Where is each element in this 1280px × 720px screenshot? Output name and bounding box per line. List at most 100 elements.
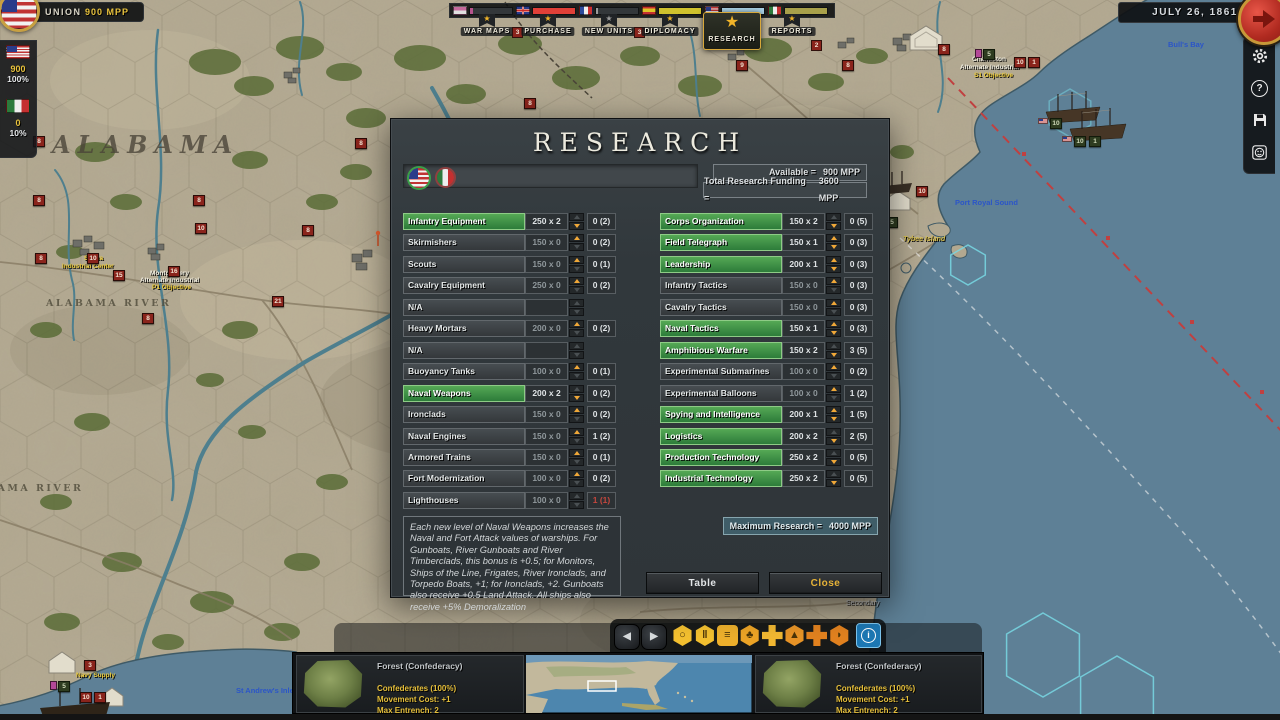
research-label[interactable]: Industrial Technology	[660, 470, 782, 487]
research-label[interactable]: Armored Trains	[403, 449, 525, 466]
research-label[interactable]: Cavalry Tactics	[660, 299, 782, 316]
spinner-up-button[interactable]	[569, 428, 584, 436]
spinner-up-button[interactable]	[826, 406, 841, 414]
research-label[interactable]: N/A	[403, 299, 525, 316]
spinner-down-button[interactable]	[569, 351, 584, 359]
menu-purchase[interactable]: ★Purchase	[520, 16, 576, 48]
spinner-up-button[interactable]	[826, 234, 841, 242]
research-label[interactable]: Skirmishers	[403, 234, 525, 251]
mexico-flag-chip[interactable]	[435, 167, 456, 188]
spinner-up-button[interactable]	[569, 277, 584, 285]
spinner-down-button[interactable]	[569, 286, 584, 294]
spinner-up-button[interactable]	[569, 256, 584, 264]
help-icon[interactable]: ?	[1244, 73, 1275, 103]
unit-filter-icon[interactable]	[762, 625, 783, 646]
research-label[interactable]: Heavy Mortars	[403, 320, 525, 337]
save-icon[interactable]	[1244, 105, 1275, 135]
research-label[interactable]: Lighthouses	[403, 492, 525, 509]
spinner-down-button[interactable]	[826, 308, 841, 316]
spinner-down-button[interactable]	[569, 308, 584, 316]
spinner-up-button[interactable]	[826, 277, 841, 285]
terrain-filter-icon[interactable]: ○	[672, 625, 693, 646]
spinner-down-button[interactable]	[826, 458, 841, 466]
spinner-up-button[interactable]	[569, 213, 584, 221]
research-label[interactable]: Field Telegraph	[660, 234, 782, 251]
research-label[interactable]: Scouts	[403, 256, 525, 273]
research-label[interactable]: Naval Weapons	[403, 385, 525, 402]
usa-flag-chip[interactable]	[407, 166, 431, 190]
spinner-down-button[interactable]	[569, 437, 584, 445]
spinner-up-button[interactable]	[569, 363, 584, 371]
table-button[interactable]: Table	[646, 572, 759, 594]
spinner-up-button[interactable]	[826, 213, 841, 221]
spinner-up-button[interactable]	[826, 428, 841, 436]
spinner-down-button[interactable]	[826, 479, 841, 487]
research-label[interactable]: Spying and Intelligence	[660, 406, 782, 423]
spinner-up-button[interactable]	[569, 406, 584, 414]
research-label[interactable]: Infantry Tactics	[660, 277, 782, 294]
spinner-up-button[interactable]	[826, 342, 841, 350]
spinner-up-button[interactable]	[826, 299, 841, 307]
spinner-up-button[interactable]	[569, 299, 584, 307]
spinner-down-button[interactable]	[826, 329, 841, 337]
spinner-down-button[interactable]	[826, 243, 841, 251]
research-label[interactable]: Experimental Balloons	[660, 385, 782, 402]
research-label[interactable]: N/A	[403, 342, 525, 359]
spinner-down-button[interactable]	[826, 265, 841, 273]
forest-filter-icon[interactable]: ♣	[739, 625, 760, 646]
spinner-up-button[interactable]	[826, 320, 841, 328]
spinner-down-button[interactable]	[826, 394, 841, 402]
railroad-filter-icon[interactable]: ≡	[717, 625, 738, 646]
spinner-down-button[interactable]	[569, 479, 584, 487]
research-label[interactable]: Naval Engines	[403, 428, 525, 445]
research-label[interactable]: Ironclads	[403, 406, 525, 423]
spinner-down-button[interactable]	[569, 458, 584, 466]
spinner-down-button[interactable]	[569, 372, 584, 380]
resource-filter-icon[interactable]: ‖	[694, 625, 715, 646]
research-label[interactable]: Logistics	[660, 428, 782, 445]
research-label[interactable]: Cavalry Equipment	[403, 277, 525, 294]
research-label[interactable]: Amphibious Warfare	[660, 342, 782, 359]
minimap[interactable]	[526, 655, 752, 713]
spinner-down-button[interactable]	[569, 265, 584, 273]
spinner-up-button[interactable]	[569, 385, 584, 393]
spinner-down-button[interactable]	[569, 394, 584, 402]
spinner-up-button[interactable]	[569, 234, 584, 242]
research-label[interactable]: Infantry Equipment	[403, 213, 525, 230]
menu-diplomacy[interactable]: ★Diplomacy	[642, 16, 698, 48]
spinner-down-button[interactable]	[826, 372, 841, 380]
menu-reports[interactable]: ★Reports2	[764, 16, 820, 48]
research-label[interactable]: Fort Modernization	[403, 470, 525, 487]
weather-filter-icon[interactable]: ◗	[829, 625, 850, 646]
research-label[interactable]: Experimental Submarines	[660, 363, 782, 380]
menu-war-maps[interactable]: ★War Maps3	[459, 16, 515, 48]
close-button[interactable]: Close	[769, 572, 882, 594]
spinner-up-button[interactable]	[569, 492, 584, 500]
spinner-down-button[interactable]	[826, 351, 841, 359]
spinner-up-button[interactable]	[569, 320, 584, 328]
spinner-down-button[interactable]	[569, 243, 584, 251]
spinner-up-button[interactable]	[826, 470, 841, 478]
spinner-down-button[interactable]	[569, 329, 584, 337]
surrender-icon[interactable]	[1244, 137, 1275, 167]
settings-icon[interactable]	[1244, 41, 1275, 71]
spinner-up-button[interactable]	[569, 449, 584, 457]
spinner-up-button[interactable]	[826, 385, 841, 393]
spinner-down-button[interactable]	[826, 415, 841, 423]
menu-research[interactable]: ★Research	[703, 12, 761, 50]
spinner-up-button[interactable]	[569, 470, 584, 478]
research-label[interactable]: Naval Tactics	[660, 320, 782, 337]
spinner-down-button[interactable]	[569, 415, 584, 423]
research-label[interactable]: Production Technology	[660, 449, 782, 466]
spinner-up-button[interactable]	[569, 342, 584, 350]
city-filter-icon[interactable]: ▲	[784, 625, 805, 646]
research-label[interactable]: Leadership	[660, 256, 782, 273]
spinner-down-button[interactable]	[569, 222, 584, 230]
supply-filter-icon[interactable]	[806, 625, 827, 646]
research-label[interactable]: Buoyancy Tanks	[403, 363, 525, 380]
spinner-up-button[interactable]	[826, 256, 841, 264]
spinner-down-button[interactable]	[826, 286, 841, 294]
spinner-up-button[interactable]	[826, 449, 841, 457]
next-unit-button[interactable]: ▶	[641, 624, 667, 650]
spinner-down-button[interactable]	[826, 222, 841, 230]
